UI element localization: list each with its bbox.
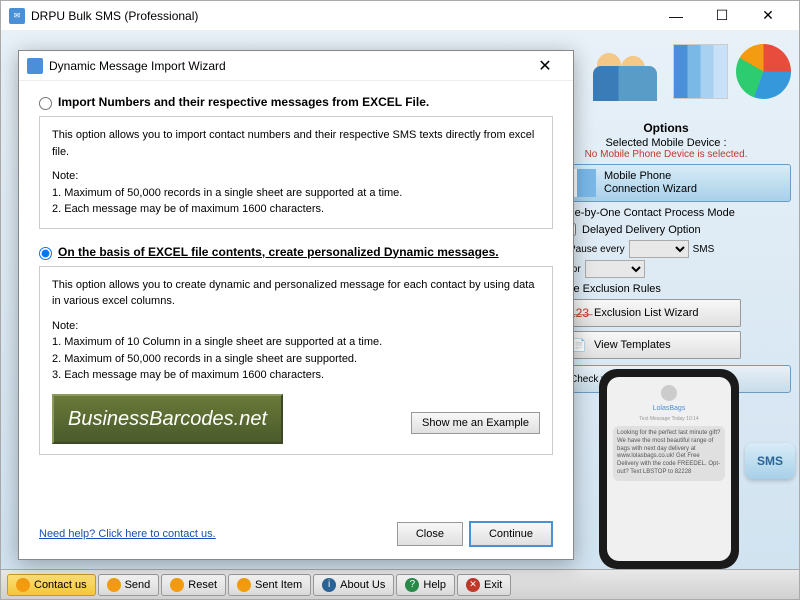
option1-note-1: 1. Maximum of 50,000 records in a single… bbox=[52, 185, 540, 202]
pie-chart-icon bbox=[736, 44, 791, 99]
phone-message: Looking for the perfect last minute gift… bbox=[613, 426, 725, 481]
contact-us-button[interactable]: Contact us bbox=[7, 574, 96, 596]
bottom-toolbar: Contact us Send Reset Sent Item iAbout U… bbox=[1, 569, 799, 599]
view-templates-button[interactable]: 📄 View Templates bbox=[561, 331, 741, 359]
connection-wizard-label: Mobile Phone Connection Wizard bbox=[604, 170, 697, 196]
sms-bubble-icon: SMS bbox=[745, 443, 795, 479]
reset-icon bbox=[170, 578, 184, 592]
show-example-button[interactable]: Show me an Example bbox=[411, 412, 540, 434]
option1-description: This option allows you to import contact… bbox=[52, 127, 540, 160]
info-icon: i bbox=[322, 578, 336, 592]
phone-screen: LolasBags Text Message Today 10:14 Looki… bbox=[607, 377, 731, 561]
options-panel: Options Selected Mobile Device : No Mobi… bbox=[541, 121, 791, 399]
dialog-close-button[interactable]: ✕ bbox=[525, 52, 565, 80]
help-link[interactable]: Need help? Click here to contact us. bbox=[39, 528, 216, 540]
pause-duration-select[interactable] bbox=[585, 260, 645, 278]
reset-button[interactable]: Reset bbox=[161, 574, 226, 596]
avatar-icon bbox=[661, 385, 677, 401]
bar-chart-icon bbox=[673, 44, 728, 99]
send-button[interactable]: Send bbox=[98, 574, 160, 596]
exclusion-list-button[interactable]: 1̶2̶3̶ Exclusion List Wizard bbox=[561, 299, 741, 327]
option1-label: Import Numbers and their respective mess… bbox=[58, 95, 429, 109]
watermark: BusinessBarcodes.net bbox=[52, 394, 283, 444]
pause-count-select[interactable] bbox=[629, 240, 689, 258]
option2-note-2: 2. Maximum of 50,000 records in a single… bbox=[52, 351, 540, 368]
exclusion-rules-check[interactable]: Use Exclusion Rules bbox=[541, 282, 791, 295]
people-icon bbox=[585, 41, 665, 101]
dialog-footer: Need help? Click here to contact us. Clo… bbox=[39, 521, 553, 547]
folder-icon bbox=[237, 578, 251, 592]
option2-radio-input[interactable] bbox=[39, 247, 52, 260]
app-icon: ✉ bbox=[9, 8, 25, 24]
options-title: Options bbox=[541, 121, 791, 135]
option1-radio[interactable]: Import Numbers and their respective mess… bbox=[39, 95, 553, 110]
option1-note-2: 2. Each message may be of maximum 1600 c… bbox=[52, 201, 540, 218]
delayed-delivery-check[interactable]: Delayed Delivery Option bbox=[563, 223, 791, 236]
phone-msg-header: Text Message Today 10:14 bbox=[613, 416, 725, 422]
exit-button[interactable]: ✕Exit bbox=[457, 574, 511, 596]
dialog-body: Import Numbers and their respective mess… bbox=[19, 81, 573, 485]
option2-label: On the basis of EXCEL file contents, cre… bbox=[58, 245, 499, 259]
maximize-button[interactable]: ☐ bbox=[699, 1, 745, 31]
phone-contact: LolasBags bbox=[613, 405, 725, 412]
phone-preview: LolasBags Text Message Today 10:14 Looki… bbox=[599, 369, 739, 569]
sent-item-button[interactable]: Sent Item bbox=[228, 574, 311, 596]
dialog-icon bbox=[27, 58, 43, 74]
device-label: Selected Mobile Device : bbox=[541, 137, 791, 149]
option1-box: This option allows you to import contact… bbox=[39, 116, 553, 229]
option2-note-3: 3. Each message may be of maximum 1600 c… bbox=[52, 367, 540, 384]
option2-note-1: 1. Maximum of 10 Column in a single shee… bbox=[52, 334, 540, 351]
connection-wizard-button[interactable]: Mobile Phone Connection Wizard bbox=[541, 164, 791, 202]
option1-radio-input[interactable] bbox=[39, 97, 52, 110]
main-titlebar: ✉ DRPU Bulk SMS (Professional) — ☐ ✕ bbox=[1, 1, 799, 31]
process-mode-radio[interactable]: One-by-One Contact Process Mode bbox=[541, 206, 791, 219]
about-button[interactable]: iAbout Us bbox=[313, 574, 394, 596]
envelope-icon bbox=[107, 578, 121, 592]
import-wizard-dialog: Dynamic Message Import Wizard ✕ Import N… bbox=[18, 50, 574, 560]
option2-radio[interactable]: On the basis of EXCEL file contents, cre… bbox=[39, 245, 553, 260]
minimize-button[interactable]: — bbox=[653, 1, 699, 31]
option2-description: This option allows you to create dynamic… bbox=[52, 277, 540, 310]
main-title: DRPU Bulk SMS (Professional) bbox=[31, 9, 653, 23]
pause-for-row: for bbox=[569, 260, 791, 278]
help-icon: ? bbox=[405, 578, 419, 592]
close-icon: ✕ bbox=[466, 578, 480, 592]
dialog-close-btn[interactable]: Close bbox=[397, 522, 463, 546]
close-button[interactable]: ✕ bbox=[745, 1, 791, 31]
dialog-titlebar[interactable]: Dynamic Message Import Wizard ✕ bbox=[19, 51, 573, 81]
option2-box: This option allows you to create dynamic… bbox=[39, 266, 553, 455]
dialog-continue-btn[interactable]: Continue bbox=[469, 521, 553, 547]
option1-note-title: Note: bbox=[52, 168, 540, 185]
help-button[interactable]: ?Help bbox=[396, 574, 455, 596]
dialog-title: Dynamic Message Import Wizard bbox=[49, 59, 525, 73]
pause-every-row: Pause every SMS bbox=[569, 240, 791, 258]
option2-note-title: Note: bbox=[52, 318, 540, 335]
person-icon bbox=[16, 578, 30, 592]
device-status: No Mobile Phone Device is selected. bbox=[541, 149, 791, 160]
